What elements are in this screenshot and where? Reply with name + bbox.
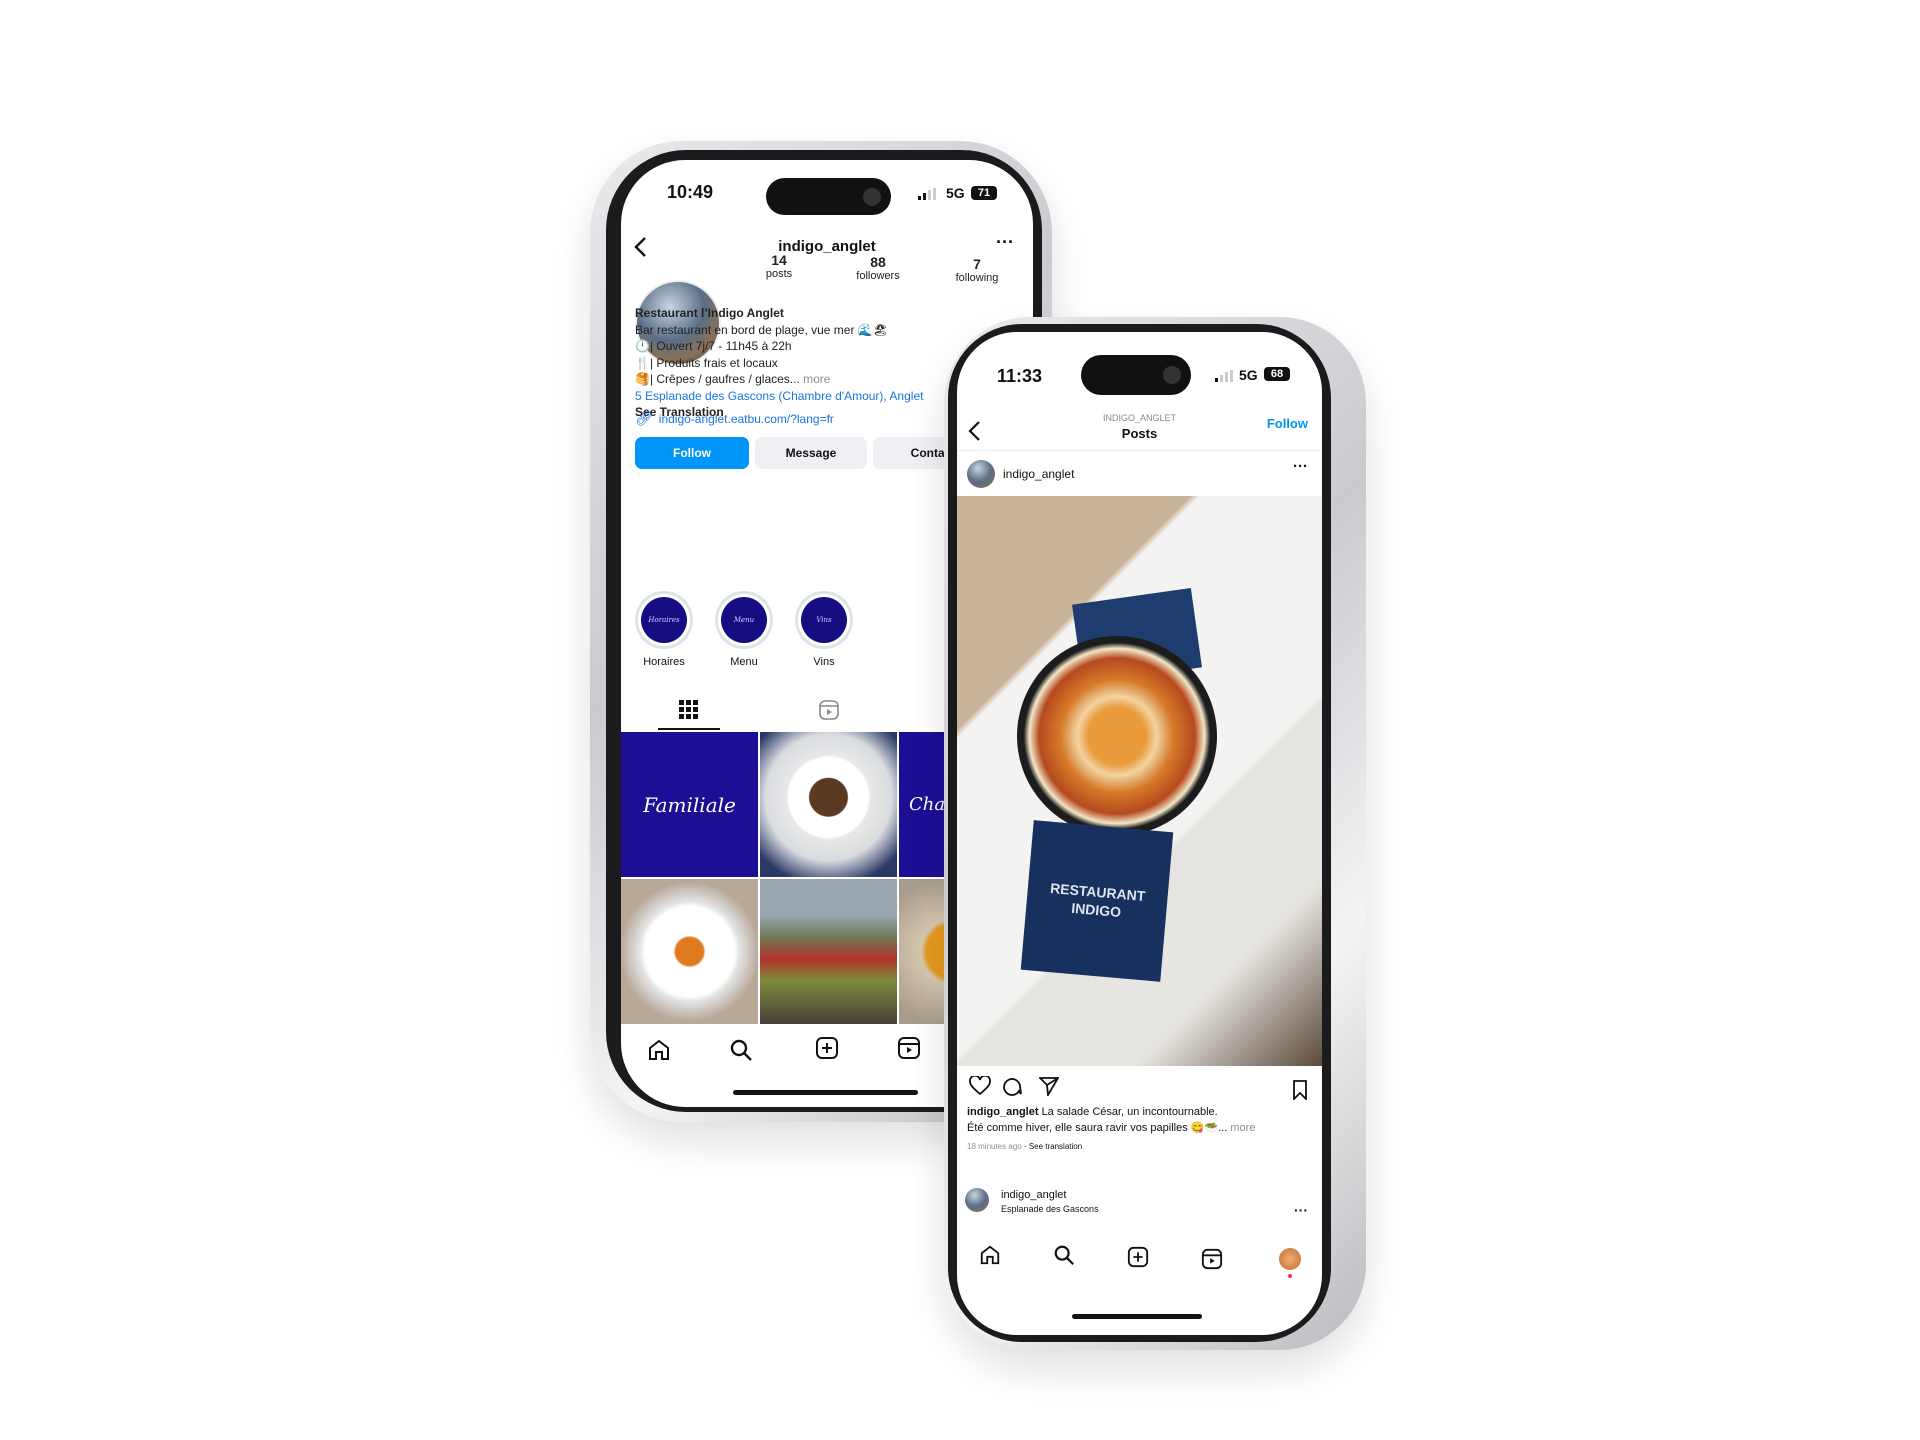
caption-username[interactable]: indigo_anglet xyxy=(967,1106,1039,1118)
post-options-icon[interactable]: ··· xyxy=(1293,458,1308,475)
signal-icon xyxy=(1215,370,1233,382)
signal-icon xyxy=(918,188,936,200)
highlight-menu[interactable]: Menu xyxy=(715,591,773,649)
salad-bowl xyxy=(1017,636,1217,836)
highlight-horaires[interactable]: Horaires xyxy=(635,591,693,649)
home-indicator xyxy=(733,1090,918,1095)
website-link[interactable]: 🔗︎ indigo-anglet.eatbu.com/?lang=fr xyxy=(635,410,834,427)
bio-line: Bar restaurant en bord de plage, vue mer… xyxy=(635,322,888,337)
grid-post[interactable] xyxy=(760,732,897,877)
profile-avatar-tab[interactable] xyxy=(1279,1248,1301,1270)
reels-icon[interactable] xyxy=(1201,1248,1223,1270)
notification-dot xyxy=(1288,1274,1292,1278)
active-tab-indicator xyxy=(658,728,720,730)
post-caption: indigo_anglet La salade César, un incont… xyxy=(967,1106,1256,1134)
battery-indicator: 68 xyxy=(1264,367,1290,381)
share-icon[interactable] xyxy=(1039,1076,1059,1096)
status-time: 11:33 xyxy=(997,366,1043,386)
comment-icon[interactable] xyxy=(1002,1076,1022,1096)
highlight-label: Horaires xyxy=(643,656,685,668)
home-icon[interactable] xyxy=(647,1038,671,1062)
status-time: 10:49 xyxy=(667,182,714,202)
post-timestamp: 18 minutes ago xyxy=(967,1142,1022,1151)
like-icon[interactable] xyxy=(969,1076,991,1096)
dynamic-island xyxy=(1081,355,1191,395)
reels-tab-icon[interactable] xyxy=(818,699,840,721)
profile-username: indigo_anglet xyxy=(778,238,876,255)
post-phone-screen: 11:33 5G 68 INDIGO_ANGLET Posts Follow i… xyxy=(957,332,1322,1335)
grid-post[interactable]: Familiale xyxy=(621,732,758,877)
divider xyxy=(957,450,1322,451)
grid-post[interactable] xyxy=(760,879,897,1024)
next-post-options-icon[interactable]: ··· xyxy=(1294,1202,1308,1218)
bio-more-link[interactable]: more xyxy=(803,372,830,386)
see-translation-link[interactable]: See translation xyxy=(1029,1142,1082,1151)
more-options-icon[interactable]: ··· xyxy=(996,232,1014,253)
caption-more-link[interactable]: more xyxy=(1230,1122,1255,1134)
grid-post[interactable] xyxy=(621,879,758,1024)
stat-following[interactable]: 7 following xyxy=(937,256,1017,284)
stat-posts[interactable]: 14 posts xyxy=(739,252,819,280)
create-post-icon[interactable] xyxy=(1127,1246,1149,1268)
home-icon[interactable] xyxy=(979,1244,1001,1266)
next-post-avatar[interactable] xyxy=(965,1188,989,1212)
network-label: 5G xyxy=(1239,367,1258,383)
message-button[interactable]: Message xyxy=(755,437,867,469)
battery-indicator: 71 xyxy=(971,186,997,200)
dynamic-island xyxy=(766,178,891,215)
highlight-label: Menu xyxy=(730,656,758,668)
home-indicator xyxy=(1072,1314,1202,1319)
post-avatar[interactable] xyxy=(967,460,995,488)
next-post-location[interactable]: Esplanade des Gascons xyxy=(1001,1204,1099,1214)
menu-book: RESTAURANT INDIGO xyxy=(1020,820,1174,982)
highlight-vins[interactable]: Vins xyxy=(795,591,853,649)
link-icon: 🔗︎ xyxy=(635,410,653,426)
grid-tab-icon[interactable] xyxy=(679,700,699,720)
search-icon[interactable] xyxy=(1053,1244,1075,1266)
post-photo[interactable]: RESTAURANT INDIGO xyxy=(957,496,1322,1066)
search-icon[interactable] xyxy=(729,1038,753,1062)
follow-button[interactable]: Follow xyxy=(1267,416,1308,431)
bookmark-icon[interactable] xyxy=(1292,1080,1308,1100)
follow-button[interactable]: Follow xyxy=(635,437,749,469)
create-post-icon[interactable] xyxy=(815,1036,839,1060)
website-link-text: indigo-anglet.eatbu.com/?lang=fr xyxy=(658,411,834,426)
reels-icon[interactable] xyxy=(897,1036,921,1060)
stat-followers[interactable]: 88 followers xyxy=(838,254,918,282)
post-username[interactable]: indigo_anglet xyxy=(1003,467,1074,481)
next-post-username[interactable]: indigo_anglet xyxy=(1001,1189,1066,1201)
highlight-label: Vins xyxy=(813,656,835,668)
network-label: 5G xyxy=(946,185,965,201)
bio-line: 🥞| Crêpes / gaufres / glaces... xyxy=(635,372,800,386)
post-meta: 18 minutes ago · See translation xyxy=(967,1142,1083,1151)
bio-name: Restaurant l’Indigo Anglet xyxy=(635,306,784,320)
